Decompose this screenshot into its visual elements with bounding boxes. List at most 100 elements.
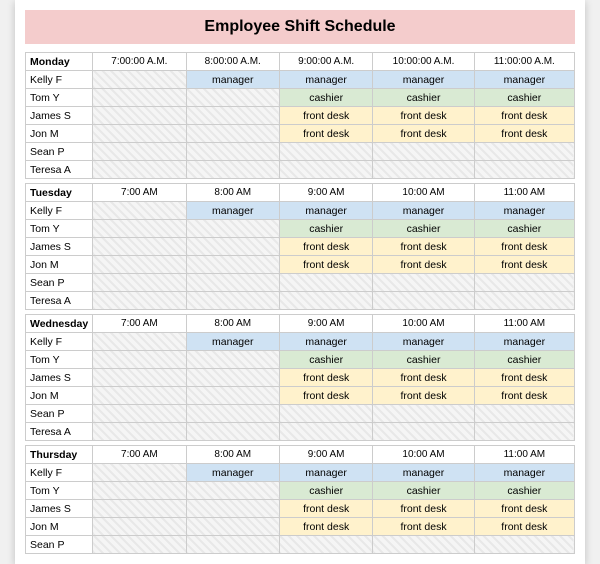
- shift-cell: [373, 161, 474, 179]
- shift-cell: front desk: [373, 500, 474, 518]
- shift-cell: [279, 405, 372, 423]
- shift-cell: [279, 161, 372, 179]
- shift-cell: [93, 238, 186, 256]
- table-row: Teresa A: [26, 161, 575, 179]
- table-row: Tom Ycashiercashiercashier: [26, 220, 575, 238]
- shift-cell: cashier: [474, 351, 574, 369]
- shift-cell: manager: [186, 333, 279, 351]
- shift-cell: [93, 274, 186, 292]
- table-row: Jon Mfront deskfront deskfront desk: [26, 256, 575, 274]
- shift-cell: manager: [279, 333, 372, 351]
- table-row: Jon Mfront deskfront deskfront desk: [26, 125, 575, 143]
- shift-cell: [186, 387, 279, 405]
- time-header-1-0: 7:00 AM: [93, 184, 186, 202]
- shift-cell: [186, 274, 279, 292]
- shift-cell: [186, 500, 279, 518]
- shift-cell: front desk: [373, 387, 474, 405]
- table-row: James Sfront deskfront deskfront desk: [26, 369, 575, 387]
- shift-cell: [93, 333, 186, 351]
- shift-cell: [93, 89, 186, 107]
- employee-name: Kelly F: [26, 464, 93, 482]
- shift-cell: [93, 220, 186, 238]
- shift-cell: front desk: [474, 500, 574, 518]
- shift-cell: manager: [279, 464, 372, 482]
- shift-cell: [279, 423, 372, 441]
- shift-cell: [93, 71, 186, 89]
- time-header-1-3: 10:00 AM: [373, 184, 474, 202]
- shift-cell: [186, 107, 279, 125]
- shift-cell: [474, 423, 574, 441]
- shift-cell: [474, 274, 574, 292]
- employee-name: Tom Y: [26, 220, 93, 238]
- table-row: Tom Ycashiercashiercashier: [26, 482, 575, 500]
- employee-name: Kelly F: [26, 333, 93, 351]
- employee-name: Teresa A: [26, 292, 93, 310]
- shift-cell: cashier: [279, 220, 372, 238]
- table-row: Jon Mfront deskfront deskfront desk: [26, 518, 575, 536]
- shift-cell: cashier: [279, 482, 372, 500]
- shift-cell: manager: [279, 71, 372, 89]
- shift-cell: [93, 405, 186, 423]
- time-header-2-4: 11:00 AM: [474, 315, 574, 333]
- shift-cell: manager: [474, 333, 574, 351]
- table-row: Tom Ycashiercashiercashier: [26, 351, 575, 369]
- shift-cell: front desk: [279, 369, 372, 387]
- shift-cell: [186, 351, 279, 369]
- shift-cell: front desk: [279, 256, 372, 274]
- schedule-container: Employee Shift Schedule Monday7:00:00 A.…: [15, 0, 585, 564]
- shift-cell: [93, 518, 186, 536]
- shift-cell: [93, 369, 186, 387]
- shift-cell: [474, 292, 574, 310]
- shift-cell: manager: [474, 464, 574, 482]
- shift-cell: manager: [373, 333, 474, 351]
- shift-cell: front desk: [474, 107, 574, 125]
- employee-name: James S: [26, 238, 93, 256]
- time-header-1-1: 8:00 AM: [186, 184, 279, 202]
- shift-cell: front desk: [373, 238, 474, 256]
- shift-cell: [93, 107, 186, 125]
- shift-cell: [186, 161, 279, 179]
- shift-cell: manager: [373, 202, 474, 220]
- shift-cell: [186, 238, 279, 256]
- table-row: James Sfront deskfront deskfront desk: [26, 500, 575, 518]
- shift-cell: cashier: [474, 482, 574, 500]
- shift-cell: [93, 202, 186, 220]
- time-header-0-4: 11:00:00 A.M.: [474, 53, 574, 71]
- table-row: Teresa A: [26, 423, 575, 441]
- shift-cell: [186, 292, 279, 310]
- shift-cell: [186, 482, 279, 500]
- employee-name: Teresa A: [26, 161, 93, 179]
- employee-name: Jon M: [26, 125, 93, 143]
- employee-name: Sean P: [26, 274, 93, 292]
- shift-cell: front desk: [373, 369, 474, 387]
- shift-cell: front desk: [279, 107, 372, 125]
- time-header-0-2: 9:00:00 A.M.: [279, 53, 372, 71]
- table-row: Sean P: [26, 274, 575, 292]
- shift-cell: front desk: [373, 107, 474, 125]
- time-header-3-3: 10:00 AM: [373, 446, 474, 464]
- day-header-wednesday: Wednesday: [26, 315, 93, 333]
- table-row: James Sfront deskfront deskfront desk: [26, 238, 575, 256]
- shift-cell: manager: [373, 71, 474, 89]
- shift-cell: front desk: [279, 387, 372, 405]
- shift-cell: [93, 143, 186, 161]
- table-row: Teresa A: [26, 292, 575, 310]
- table-row: Kelly Fmanagermanagermanagermanager: [26, 333, 575, 351]
- shift-cell: manager: [279, 202, 372, 220]
- shift-cell: [186, 143, 279, 161]
- employee-name: James S: [26, 500, 93, 518]
- shift-cell: [373, 405, 474, 423]
- shift-cell: cashier: [373, 482, 474, 500]
- time-header-2-1: 8:00 AM: [186, 315, 279, 333]
- shift-cell: front desk: [373, 125, 474, 143]
- table-row: James Sfront deskfront deskfront desk: [26, 107, 575, 125]
- shift-cell: front desk: [474, 369, 574, 387]
- shift-cell: [93, 423, 186, 441]
- shift-cell: front desk: [373, 256, 474, 274]
- shift-cell: [93, 256, 186, 274]
- time-header-1-2: 9:00 AM: [279, 184, 372, 202]
- table-row: Kelly Fmanagermanagermanagermanager: [26, 464, 575, 482]
- time-header-3-4: 11:00 AM: [474, 446, 574, 464]
- employee-name: Sean P: [26, 536, 93, 554]
- time-header-2-2: 9:00 AM: [279, 315, 372, 333]
